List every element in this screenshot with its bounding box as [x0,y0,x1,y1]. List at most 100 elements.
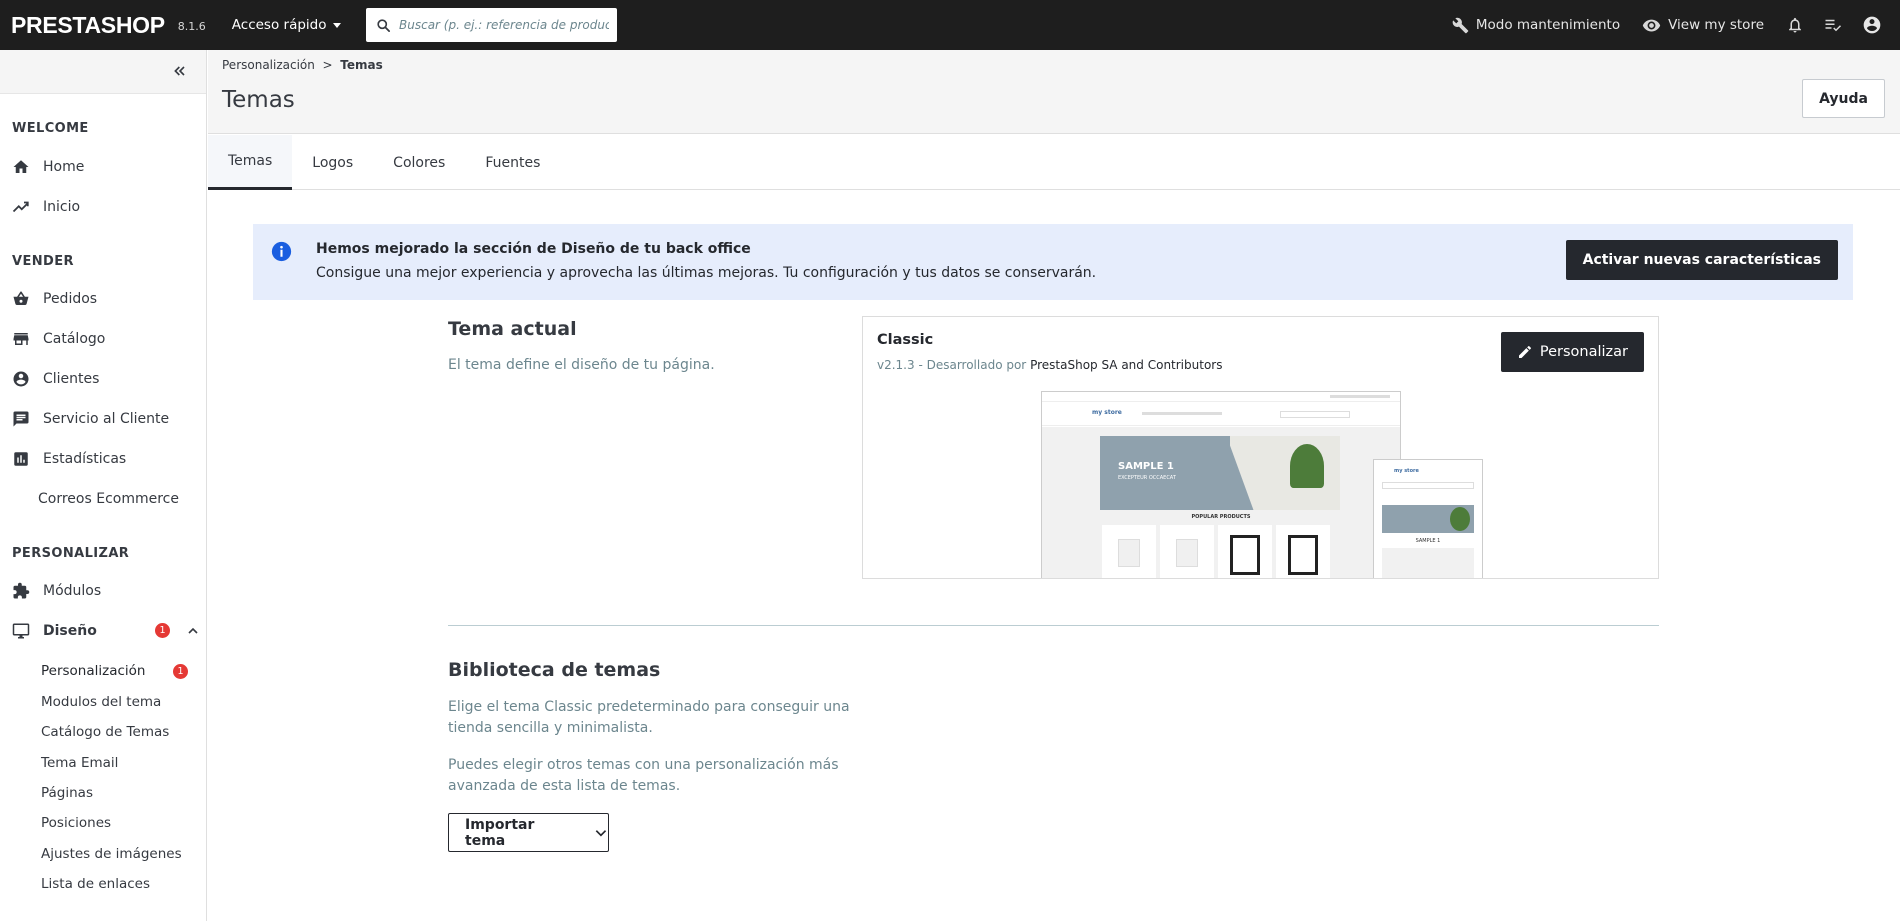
current-theme-heading: Tema actual [448,318,577,340]
account-button[interactable] [1862,15,1882,35]
chat-icon [12,410,30,428]
theme-meta: v2.1.3 - Desarrollado por PrestaShop SA … [877,358,1222,372]
checklist-icon [1825,19,1842,32]
sidebar-subitem-theme-modules[interactable]: Modulos del tema [41,694,161,710]
notification-badge: 1 [173,664,188,679]
maintenance-link[interactable]: Modo mantenimiento [1452,17,1620,34]
theme-name: Classic [877,332,934,348]
bar-chart-icon [12,450,30,468]
chevron-down-icon [595,829,607,837]
preview-slide-subtitle: EXCEPTEUR OCCAECAT [1118,475,1176,481]
tab-logos[interactable]: Logos [292,135,373,190]
sidebar-item-label: Servicio al Cliente [43,411,170,427]
sidebar-subitem-positions[interactable]: Posiciones [41,815,111,831]
wrench-icon [1452,17,1469,33]
preview-product [1160,525,1214,578]
basket-icon [12,290,30,308]
top-bar: PRESTASHOP 8.1.6 Acceso rápido Modo mant… [0,0,1900,50]
sidebar-collapse-row [0,50,206,94]
tasks-button[interactable] [1822,16,1844,34]
library-text-1-line1: Elige el tema Classic predeterminado par… [448,699,850,715]
view-store-label: View my store [1668,17,1764,33]
notification-badge: 1 [155,623,170,638]
sidebar-item-label: Diseño [43,623,97,639]
sidebar-subitem-email-theme[interactable]: Tema Email [41,755,118,771]
section-divider [448,625,1659,626]
prestashop-logo[interactable]: PRESTASHOP [11,12,165,39]
sidebar-subitem-link-list[interactable]: Lista de enlaces [41,876,150,892]
notifications-button[interactable] [1786,16,1804,34]
sidebar-item-design[interactable]: Diseño 1 [12,620,198,642]
tab-themes[interactable]: Temas [208,135,293,190]
sidebar-subitem-image-settings[interactable]: Ajustes de imágenes [41,846,182,862]
sidebar: WELCOME Home Inicio VENDER Pedidos Catál… [0,50,207,921]
preview-slide-title: SAMPLE 1 [1118,461,1174,472]
help-button[interactable]: Ayuda [1802,79,1885,118]
preview-topline [1042,392,1400,402]
breadcrumb-separator: > [322,58,333,72]
theme-library-heading: Biblioteca de temas [448,659,661,681]
theme-desktop-preview: my store SAMPLE 1 EXCEPTEUR OCCAECAT POP… [1041,391,1401,578]
preview-slider: SAMPLE 1 EXCEPTEUR OCCAECAT [1100,436,1340,510]
bell-icon [1789,17,1801,33]
collapse-sidebar-button[interactable] [172,63,188,83]
sidebar-item-label: Módulos [43,583,102,599]
subitem-label: Personalización [41,663,146,679]
customize-label: Personalizar [1539,344,1628,360]
eye-icon [1642,19,1661,31]
maintenance-label: Modo mantenimiento [1475,17,1621,33]
sidebar-item-label: Catálogo [43,331,106,347]
preview-mobile-slide-title: SAMPLE 1 [1415,538,1441,544]
home-icon [12,158,30,176]
puzzle-icon [12,582,30,600]
preview-header: my store [1042,402,1400,426]
alert-title: Hemos mejorado la sección de Diseño de t… [316,241,751,257]
page-title: Temas [222,87,295,113]
theme-version: v2.1.3 - Desarrollado por [877,358,1027,372]
import-theme-button[interactable]: Importar tema [448,813,609,852]
sidebar-item-label: Pedidos [43,291,98,307]
sidebar-item-customers[interactable]: Clientes [12,368,99,390]
preview-product [1218,525,1272,578]
sidebar-item-modules[interactable]: Módulos [12,580,101,602]
tab-colors[interactable]: Colores [373,135,465,190]
preview-product [1276,525,1330,578]
sidebar-subitem-pages[interactable]: Páginas [41,785,93,801]
chevron-up-icon [188,627,198,634]
customize-button[interactable]: Personalizar [1500,332,1644,372]
current-theme-description: El tema define el diseño de tu página. [448,357,715,373]
tab-bar: Temas Logos Colores Fuentes [208,135,1900,190]
quick-access-dropdown[interactable]: Acceso rápido [232,17,341,33]
breadcrumb-parent[interactable]: Personalización [222,58,315,72]
info-icon [271,241,292,262]
account-circle-icon [1863,16,1881,34]
theme-mobile-preview: my store SAMPLE 1 [1373,459,1483,578]
view-store-link[interactable]: View my store [1642,16,1764,35]
sidebar-item-catalog[interactable]: Catálogo [12,328,105,350]
sidebar-item-inicio[interactable]: Inicio [12,196,80,218]
section-title-customize: PERSONALIZAR [12,546,130,561]
caret-down-icon [332,22,341,28]
sidebar-item-home[interactable]: Home [12,156,84,178]
store-icon [12,330,30,348]
sidebar-subitem-theme-catalog[interactable]: Catálogo de Temas [41,724,169,740]
sidebar-item-label: Estadísticas [43,451,127,467]
sidebar-item-label: Correos Ecommerce [38,491,179,507]
search-box[interactable] [366,8,617,42]
tab-fonts[interactable]: Fuentes [465,135,560,190]
library-text-1: Elige el tema Classic predeterminado par… [448,697,850,739]
library-text-2-line2: avanzada de esta lista de temas. [448,778,681,794]
preview-product [1102,525,1156,578]
sidebar-item-orders[interactable]: Pedidos [12,288,97,310]
sidebar-item-customer-service[interactable]: Servicio al Cliente [12,408,169,430]
search-input[interactable] [399,18,609,32]
library-text-1-line2: tienda sencilla y minimalista. [448,720,653,736]
sidebar-item-stats[interactable]: Estadísticas [12,448,126,470]
breadcrumb: Personalización > Temas [222,58,383,72]
section-title-welcome: WELCOME [12,121,89,136]
activate-features-button[interactable]: Activar nuevas características [1565,240,1838,280]
page-header: Personalización > Temas Temas Ayuda [208,50,1900,134]
top-right-actions: Modo mantenimiento View my store [1452,0,1900,50]
sidebar-subitem-personalizacion[interactable]: Personalización [41,663,146,679]
sidebar-item-ecommerce-emails[interactable]: Correos Ecommerce [38,488,179,510]
